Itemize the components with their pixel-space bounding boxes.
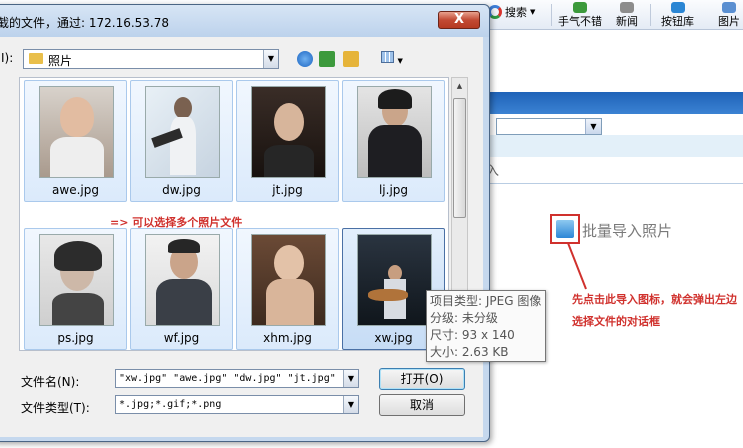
- file-name: dw.jpg: [162, 183, 201, 197]
- tooltip-filesize: 大小: 2.63 KB: [430, 345, 509, 359]
- toolbar-separator: [551, 4, 552, 26]
- page-subheader-band: [486, 135, 743, 157]
- file-open-dialog: 截的文件，通过: 172.16.53.78 X I): 照片 ▼ ▼ awe.j…: [0, 4, 490, 442]
- chevron-down-icon: ▼: [263, 50, 278, 68]
- filename-label: 文件名(N):: [21, 375, 80, 389]
- file-name: jt.jpg: [272, 183, 303, 197]
- scroll-up-icon[interactable]: ▲: [452, 78, 467, 95]
- folder-icon: [29, 53, 43, 64]
- cancel-button[interactable]: 取消: [379, 394, 465, 416]
- images-button[interactable]: 图片: [718, 2, 740, 29]
- tooltip-type: 项目类型: JPEG 图像: [430, 294, 542, 308]
- chevron-down-icon: ▼: [397, 57, 403, 65]
- file-item-wf[interactable]: wf.jpg: [130, 228, 233, 350]
- chevron-down-icon: ▼: [585, 119, 601, 134]
- import-icon: [556, 220, 574, 238]
- filetype-label: 文件类型(T):: [21, 401, 90, 415]
- chevron-down-icon: ▼: [343, 370, 358, 387]
- file-item-ps[interactable]: ps.jpg: [24, 228, 127, 350]
- new-folder-icon[interactable]: [343, 51, 359, 67]
- open-button[interactable]: 打开(O): [379, 368, 465, 390]
- photo-thumbnail: [357, 86, 432, 178]
- file-name: ps.jpg: [57, 331, 94, 345]
- photo-thumbnail: [145, 234, 220, 326]
- scroll-thumb[interactable]: [453, 98, 466, 218]
- file-name: xhm.jpg: [263, 331, 312, 345]
- page-header-band: [486, 92, 743, 114]
- lookin-label: I):: [1, 51, 14, 65]
- file-item-awe[interactable]: awe.jpg: [24, 80, 127, 202]
- clover-icon: [573, 2, 587, 13]
- file-name: lj.jpg: [378, 183, 409, 197]
- annotation-arrow: [567, 243, 587, 290]
- tooltip-rating: 分级: 未分级: [430, 311, 498, 325]
- annotation-text: 先点击此导入图标，就会弹出左边选择文件的对话框: [572, 293, 737, 328]
- dialog-title: 截的文件，通过: 172.16.53.78: [0, 16, 170, 30]
- file-item-dw[interactable]: dw.jpg: [130, 80, 233, 202]
- tooltip-dimensions: 尺寸: 93 x 140: [430, 328, 515, 342]
- file-tooltip: 项目类型: JPEG 图像 分级: 未分级 尺寸: 93 x 140 大小: 2…: [426, 290, 546, 362]
- filetype-value: *.jpg;*.gif;*.png: [119, 399, 222, 410]
- file-item-lj[interactable]: lj.jpg: [342, 80, 445, 202]
- button-gallery-button[interactable]: 按钮库: [661, 2, 694, 29]
- photo-thumbnail: [251, 86, 326, 178]
- news-button[interactable]: 新闻: [616, 2, 638, 29]
- file-name: awe.jpg: [52, 183, 99, 197]
- lookin-combo[interactable]: 照片 ▼: [23, 49, 279, 69]
- lucky-button[interactable]: 手气不错: [558, 2, 602, 29]
- image-icon: [722, 2, 736, 13]
- toolbar-separator: [650, 4, 651, 26]
- up-folder-icon[interactable]: [319, 51, 335, 67]
- chevron-down-icon: ▼: [530, 8, 536, 16]
- back-icon[interactable]: [297, 51, 313, 67]
- photo-thumbnail: [357, 234, 432, 326]
- photo-thumbnail: [39, 234, 114, 326]
- file-name: wf.jpg: [163, 331, 200, 345]
- lookin-value: 照片: [48, 54, 73, 68]
- photo-thumbnail: [39, 86, 114, 178]
- puzzle-icon: [670, 2, 685, 13]
- page-select[interactable]: ▼: [496, 118, 602, 135]
- photo-thumbnail: [145, 86, 220, 178]
- filename-value: "xw.jpg" "awe.jpg" "dw.jpg" "jt.jpg" ": [119, 373, 341, 384]
- file-item-jt[interactable]: jt.jpg: [236, 80, 339, 202]
- chevron-down-icon: ▼: [343, 396, 358, 413]
- divider: [486, 183, 743, 184]
- close-button[interactable]: X: [438, 11, 480, 29]
- file-list[interactable]: awe.jpg dw.jpg jt.jpg lj.jpg => 可以选择多个照片…: [19, 77, 449, 351]
- google-icon: [488, 5, 502, 19]
- view-menu-button[interactable]: ▼: [381, 51, 407, 67]
- filetype-select[interactable]: *.jpg;*.gif;*.png ▼: [115, 395, 359, 414]
- photo-thumbnail: [251, 234, 326, 326]
- close-icon: X: [453, 12, 465, 27]
- file-item-xhm[interactable]: xhm.jpg: [236, 228, 339, 350]
- batch-import-label[interactable]: 批量导入照片: [582, 220, 672, 241]
- dialog-titlebar[interactable]: 截的文件，通过: 172.16.53.78 X: [0, 5, 489, 37]
- news-icon: [620, 2, 634, 13]
- search-button[interactable]: 搜索 ▼: [488, 4, 535, 20]
- grid-view-icon: [381, 51, 394, 63]
- batch-import-button[interactable]: [550, 214, 580, 244]
- dialog-body: I): 照片 ▼ ▼ awe.jpg dw.jpg jt.jpg lj.jpg …: [0, 37, 483, 437]
- filename-input[interactable]: "xw.jpg" "awe.jpg" "dw.jpg" "jt.jpg" " ▼: [115, 369, 359, 388]
